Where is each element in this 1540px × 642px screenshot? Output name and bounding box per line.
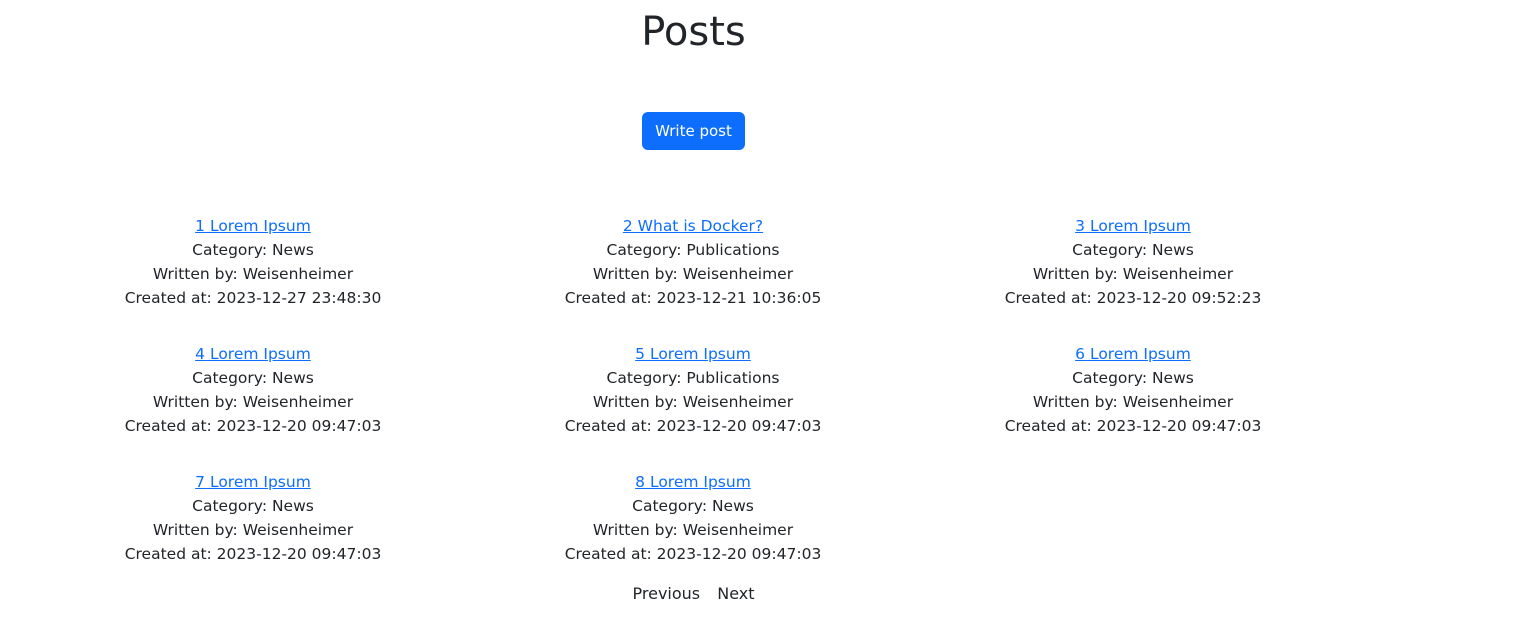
post-created-at: Created at: 2023-12-21 10:36:05 xyxy=(564,289,822,307)
next-page-link[interactable]: Next xyxy=(717,582,754,606)
post-author: Written by: Weisenheimer xyxy=(152,393,354,411)
post-category: Category: News xyxy=(632,497,754,515)
post-title-link[interactable]: 1 Lorem Ipsum xyxy=(195,214,311,238)
post-author: Written by: Weisenheimer xyxy=(592,521,794,539)
post-title-link[interactable]: 6 Lorem Ipsum xyxy=(1075,342,1191,366)
post-author: Written by: Weisenheimer xyxy=(592,393,794,411)
post-created-at: Created at: 2023-12-27 23:48:30 xyxy=(124,289,382,307)
post-created-at: Created at: 2023-12-20 09:47:03 xyxy=(1004,417,1262,435)
post-created-at: Created at: 2023-12-20 09:47:03 xyxy=(564,545,822,563)
post-card: 8 Lorem Ipsum Category: News Written by:… xyxy=(473,470,913,598)
post-author: Written by: Weisenheimer xyxy=(1032,393,1234,411)
posts-grid: 1 Lorem Ipsum Category: News Written by:… xyxy=(33,214,1353,598)
post-card: 6 Lorem Ipsum Category: News Written by:… xyxy=(913,342,1353,470)
post-author: Written by: Weisenheimer xyxy=(1032,265,1234,283)
write-post-button[interactable]: Write post xyxy=(642,112,745,150)
post-created-at: Created at: 2023-12-20 09:47:03 xyxy=(124,545,382,563)
post-title-link[interactable]: 2 What is Docker? xyxy=(623,214,763,238)
post-card: 5 Lorem Ipsum Category: Publications Wri… xyxy=(473,342,913,470)
post-author: Written by: Weisenheimer xyxy=(592,265,794,283)
post-title-link[interactable]: 3 Lorem Ipsum xyxy=(1075,214,1191,238)
pagination: Previous Next xyxy=(0,582,1387,606)
post-category: Category: News xyxy=(1072,369,1194,387)
post-title-link[interactable]: 8 Lorem Ipsum xyxy=(635,470,751,494)
post-created-at: Created at: 2023-12-20 09:52:23 xyxy=(1004,289,1262,307)
post-category: Category: Publications xyxy=(606,369,780,387)
post-card: 4 Lorem Ipsum Category: News Written by:… xyxy=(33,342,473,470)
post-created-at: Created at: 2023-12-20 09:47:03 xyxy=(124,417,382,435)
post-category: Category: News xyxy=(192,241,314,259)
post-card: 7 Lorem Ipsum Category: News Written by:… xyxy=(33,470,473,598)
post-author: Written by: Weisenheimer xyxy=(152,521,354,539)
post-category: Category: Publications xyxy=(606,241,780,259)
post-created-at: Created at: 2023-12-20 09:47:03 xyxy=(564,417,822,435)
page-title: Posts xyxy=(641,9,746,55)
post-title-link[interactable]: 5 Lorem Ipsum xyxy=(635,342,751,366)
post-category: Category: News xyxy=(192,497,314,515)
post-card: 1 Lorem Ipsum Category: News Written by:… xyxy=(33,214,473,342)
post-title-link[interactable]: 7 Lorem Ipsum xyxy=(195,470,311,494)
post-card: 2 What is Docker? Category: Publications… xyxy=(473,214,913,342)
post-card: 3 Lorem Ipsum Category: News Written by:… xyxy=(913,214,1353,342)
post-author: Written by: Weisenheimer xyxy=(152,265,354,283)
post-category: Category: News xyxy=(1072,241,1194,259)
post-title-link[interactable]: 4 Lorem Ipsum xyxy=(195,342,311,366)
previous-page-link[interactable]: Previous xyxy=(633,582,701,606)
post-category: Category: News xyxy=(192,369,314,387)
